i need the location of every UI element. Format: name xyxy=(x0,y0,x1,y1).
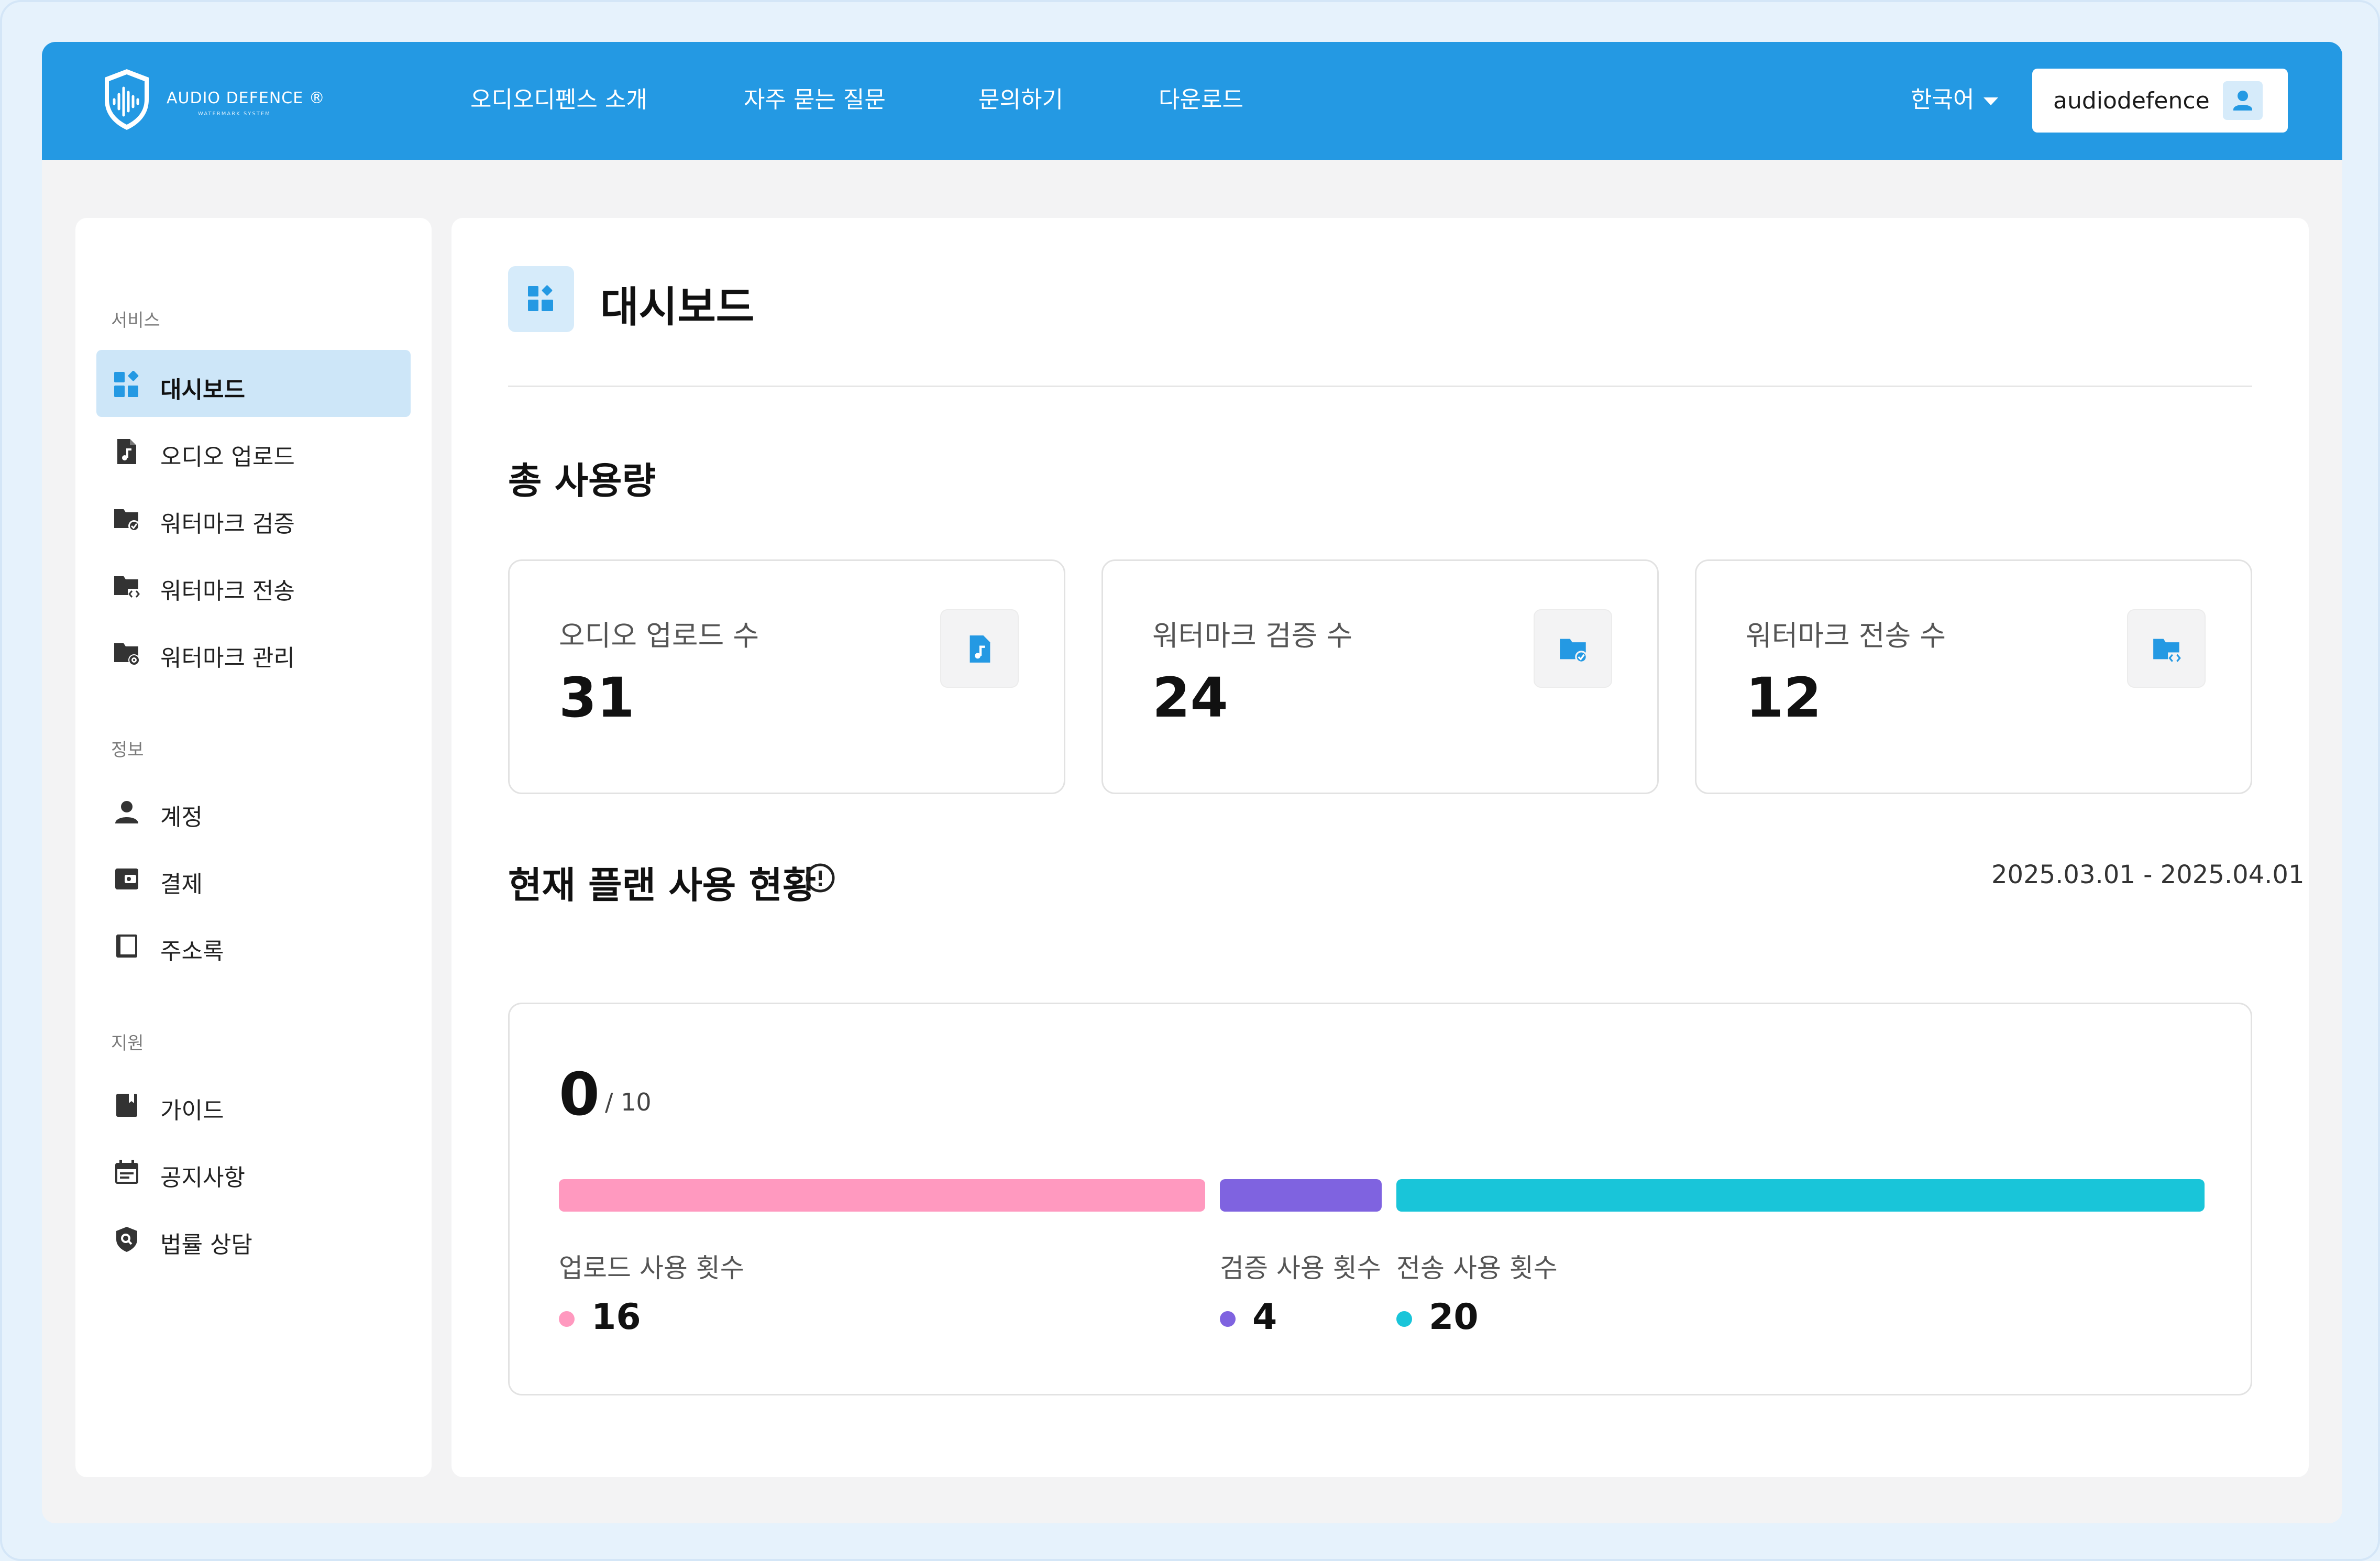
sidebar-item-audio-upload[interactable]: 오디오 업로드 xyxy=(96,417,411,484)
stat-label: 워터마크 전송 수 xyxy=(1746,619,1946,652)
sidebar-section-service: 서비스 xyxy=(111,310,160,331)
brand-subtitle: WATERMARK SYSTEM xyxy=(198,111,271,117)
sidebar-section-support: 지원 xyxy=(111,1033,144,1054)
audio-file-icon xyxy=(117,439,136,464)
sidebar-item-label: 오디오 업로드 xyxy=(160,444,295,470)
sidebar-item-legal-consult[interactable]: 법률 상담 xyxy=(96,1205,411,1272)
usage-legend-value-upload: 16 xyxy=(591,1296,641,1338)
usage-bar-transfer xyxy=(1396,1179,2205,1212)
top-navbar: AUDIO DEFENCE ® WATERMARK SYSTEM 오디오디펜스 … xyxy=(42,42,2342,160)
folder-code-icon xyxy=(2127,609,2206,688)
usage-legend-dot-transfer xyxy=(1396,1311,1412,1327)
sidebar-item-watermark-transfer[interactable]: 워터마크 전송 xyxy=(96,551,411,618)
sidebar-item-label: 결제 xyxy=(160,871,203,898)
language-label: 한국어 xyxy=(1911,86,1975,113)
stat-value: 12 xyxy=(1746,666,1822,730)
sidebar-item-payment[interactable]: 결제 xyxy=(96,844,411,911)
usage-legend-label-upload: 업로드 사용 횟수 xyxy=(559,1253,744,1283)
info-icon[interactable] xyxy=(805,862,836,894)
stat-value: 24 xyxy=(1152,666,1228,730)
sidebar-item-label: 가이드 xyxy=(160,1097,224,1124)
plan-limit: / 10 xyxy=(605,1088,652,1116)
usage-legend-dot-upload xyxy=(559,1311,575,1327)
usage-legend-value-transfer: 20 xyxy=(1429,1296,1479,1338)
calendar-icon xyxy=(115,1160,138,1184)
sidebar-item-account[interactable]: 계정 xyxy=(96,777,411,844)
sidebar-item-label: 주소록 xyxy=(160,938,224,965)
usage-legend-dot-verify xyxy=(1220,1311,1236,1327)
main-content: 대시보드 총 사용량 오디오 업로드 수 31 워터마크 검증 수 24 워터마… xyxy=(451,218,2309,1477)
sidebar-section-info: 정보 xyxy=(111,740,144,761)
sidebar-item-label: 워터마크 전송 xyxy=(160,578,295,604)
sidebar-item-notice[interactable]: 공지사항 xyxy=(96,1138,411,1205)
stat-label: 오디오 업로드 수 xyxy=(559,619,759,652)
usage-legend-value-verify: 4 xyxy=(1252,1296,1277,1338)
usage-bar-verify xyxy=(1220,1179,1382,1212)
folder-gear-icon xyxy=(114,643,140,666)
person-icon xyxy=(115,801,138,823)
brand-title: AUDIO DEFENCE ® xyxy=(167,89,325,107)
folder-check-icon xyxy=(114,509,140,532)
user-menu-button[interactable]: audiodefence xyxy=(2032,69,2288,133)
user-name: audiodefence xyxy=(2053,87,2210,114)
sidebar-item-label: 법률 상담 xyxy=(160,1232,252,1258)
plan-usage-card: 0 / 10 업로드 사용 횟수 16 검증 사용 횟수 4 전송 사용 횟수 20 xyxy=(508,1003,2252,1395)
dashboard-icon xyxy=(508,266,574,332)
stat-card-watermark-verify: 워터마크 검증 수 24 xyxy=(1101,559,1659,794)
stat-card-audio-upload: 오디오 업로드 수 31 xyxy=(508,559,1065,794)
browser-frame-outer: AUDIO DEFENCE ® WATERMARK SYSTEM 오디오디펜스 … xyxy=(0,0,2380,1561)
wallet-icon xyxy=(115,869,138,889)
nav-download[interactable]: 다운로드 xyxy=(1159,81,1243,114)
usage-legend-label-transfer: 전송 사용 횟수 xyxy=(1396,1253,1558,1283)
book-icon xyxy=(116,1094,137,1117)
date-range: 2025.03.01 - 2025.04.01 xyxy=(1991,860,2305,889)
app-window: AUDIO DEFENCE ® WATERMARK SYSTEM 오디오디펜스 … xyxy=(42,42,2342,1523)
shield-wave-logo-icon xyxy=(105,69,149,130)
divider xyxy=(508,386,2252,387)
usage-legend-label-verify: 검증 사용 횟수 xyxy=(1220,1253,1381,1283)
user-icon xyxy=(2223,81,2263,120)
stat-label: 워터마크 검증 수 xyxy=(1152,619,1353,652)
nav-about[interactable]: 오디오디펜스 소개 xyxy=(470,81,647,114)
sidebar-item-guide[interactable]: 가이드 xyxy=(96,1071,411,1138)
sidebar-item-label: 워터마크 관리 xyxy=(160,645,295,672)
total-usage-title: 총 사용량 xyxy=(508,459,656,502)
audio-file-icon xyxy=(940,609,1019,688)
plan-usage-title: 현재 플랜 사용 현황 xyxy=(508,864,817,907)
sidebar-item-watermark-verify[interactable]: 워터마크 검증 xyxy=(96,484,411,551)
shield-search-icon xyxy=(116,1227,137,1252)
stat-card-watermark-transfer: 워터마크 전송 수 12 xyxy=(1695,559,2252,794)
folder-check-icon xyxy=(1534,609,1612,688)
dashboard-icon xyxy=(114,371,139,397)
sidebar-item-address-book[interactable]: 주소록 xyxy=(96,911,411,979)
page-title: 대시보드 xyxy=(600,283,755,332)
sidebar-item-label: 계정 xyxy=(160,804,203,831)
plan-used-count: 0 xyxy=(559,1061,600,1129)
caret-down-icon xyxy=(1984,97,1999,105)
sidebar-item-watermark-manage[interactable]: 워터마크 관리 xyxy=(96,618,411,685)
sidebar-item-label: 대시보드 xyxy=(160,377,245,403)
language-selector[interactable]: 한국어 xyxy=(1911,81,1999,114)
stat-value: 31 xyxy=(559,666,635,730)
nav-faq[interactable]: 자주 묻는 질문 xyxy=(744,81,886,114)
nav-contact[interactable]: 문의하기 xyxy=(978,81,1063,114)
folder-code-icon xyxy=(114,576,140,599)
sidebar: 서비스 대시보드 오디오 업로드 워터마크 검증 워터마크 전송 워터마크 관리… xyxy=(75,218,432,1477)
sidebar-item-label: 공지사항 xyxy=(160,1164,245,1191)
usage-bar-upload xyxy=(559,1179,1205,1212)
sidebar-item-label: 워터마크 검증 xyxy=(160,511,295,537)
brand-logo[interactable]: AUDIO DEFENCE ® WATERMARK SYSTEM xyxy=(101,67,336,132)
sidebar-item-dashboard[interactable]: 대시보드 xyxy=(96,350,411,417)
address-book-icon xyxy=(116,935,137,958)
